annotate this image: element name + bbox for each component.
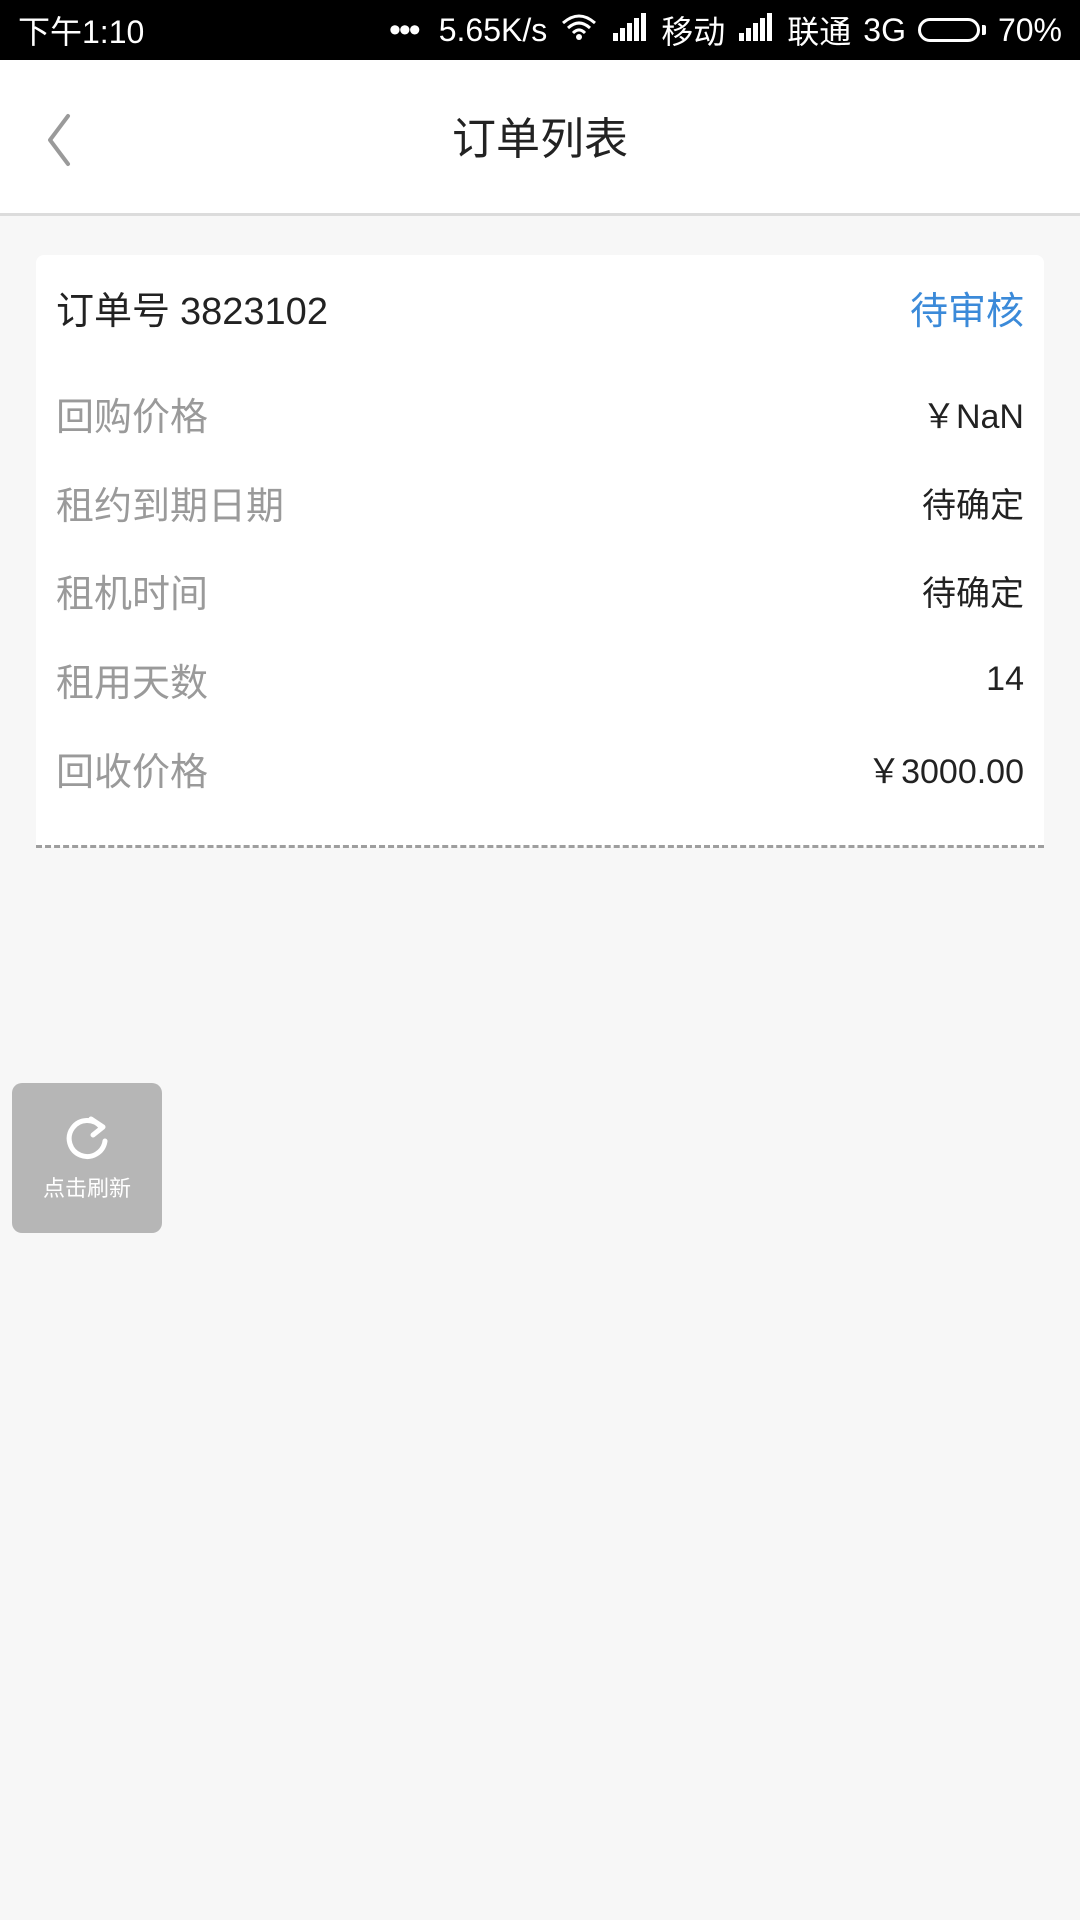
order-row-buyback-price: 回购价格 ￥NaN — [56, 385, 1024, 441]
network-speed: 5.65K/s — [438, 11, 548, 48]
battery-text: 70% — [997, 11, 1062, 48]
battery-icon — [917, 18, 986, 42]
row-label: 回购价格 — [56, 394, 209, 439]
page-title: 订单列表 — [452, 114, 628, 165]
order-row-lease-expiry: 租约到期日期 待确定 — [56, 474, 1024, 530]
row-value: 14 — [986, 659, 1024, 698]
status-time: 下午1:10 — [18, 14, 145, 50]
order-row-rental-time: 租机时间 待确定 — [56, 562, 1024, 618]
row-label: 租约到期日期 — [56, 483, 285, 528]
row-label: 租用天数 — [56, 660, 209, 705]
row-label: 回收价格 — [56, 749, 209, 794]
wifi-icon — [559, 11, 599, 49]
order-row-recycle-price: 回收价格 ￥3000.00 — [56, 740, 1024, 796]
order-number-label: 订单号 — [56, 288, 171, 333]
refresh-button[interactable]: 点击刷新 — [12, 1083, 162, 1233]
signal-icon-1 — [611, 12, 649, 49]
refresh-icon — [66, 1116, 108, 1159]
status-right: ••• 5.65K/s 移动 联通 3G 70% — [389, 7, 1062, 53]
carrier-1: 移动 — [661, 14, 726, 50]
row-value: 待确定 — [922, 574, 1024, 613]
signal-icon-2 — [737, 12, 775, 49]
row-value: ￥3000.00 — [867, 752, 1024, 791]
order-row-rental-days: 租用天数 14 — [56, 651, 1024, 707]
order-header: 订单号 3823102 待审核 — [56, 277, 1024, 337]
network-type: 3G — [863, 11, 906, 48]
row-value: ￥NaN — [921, 397, 1024, 436]
order-card[interactable]: 订单号 3823102 待审核 回购价格 ￥NaN 租约到期日期 待确定 租机时间… — [36, 255, 1044, 847]
app-header: 订单列表 — [0, 60, 1080, 216]
carrier-2: 联通 — [787, 14, 852, 50]
dashed-divider — [36, 845, 1044, 848]
row-value: 待确定 — [922, 486, 1024, 525]
order-status: 待审核 — [909, 288, 1024, 333]
status-bar: 下午1:10 ••• 5.65K/s 移动 联通 3G 70% — [0, 0, 1080, 60]
order-number: 订单号 3823102 — [56, 280, 328, 335]
notification-dots: ••• — [389, 10, 421, 49]
order-number-value: 3823102 — [180, 290, 328, 333]
refresh-label: 点击刷新 — [42, 1177, 131, 1202]
row-label: 租机时间 — [56, 571, 209, 616]
